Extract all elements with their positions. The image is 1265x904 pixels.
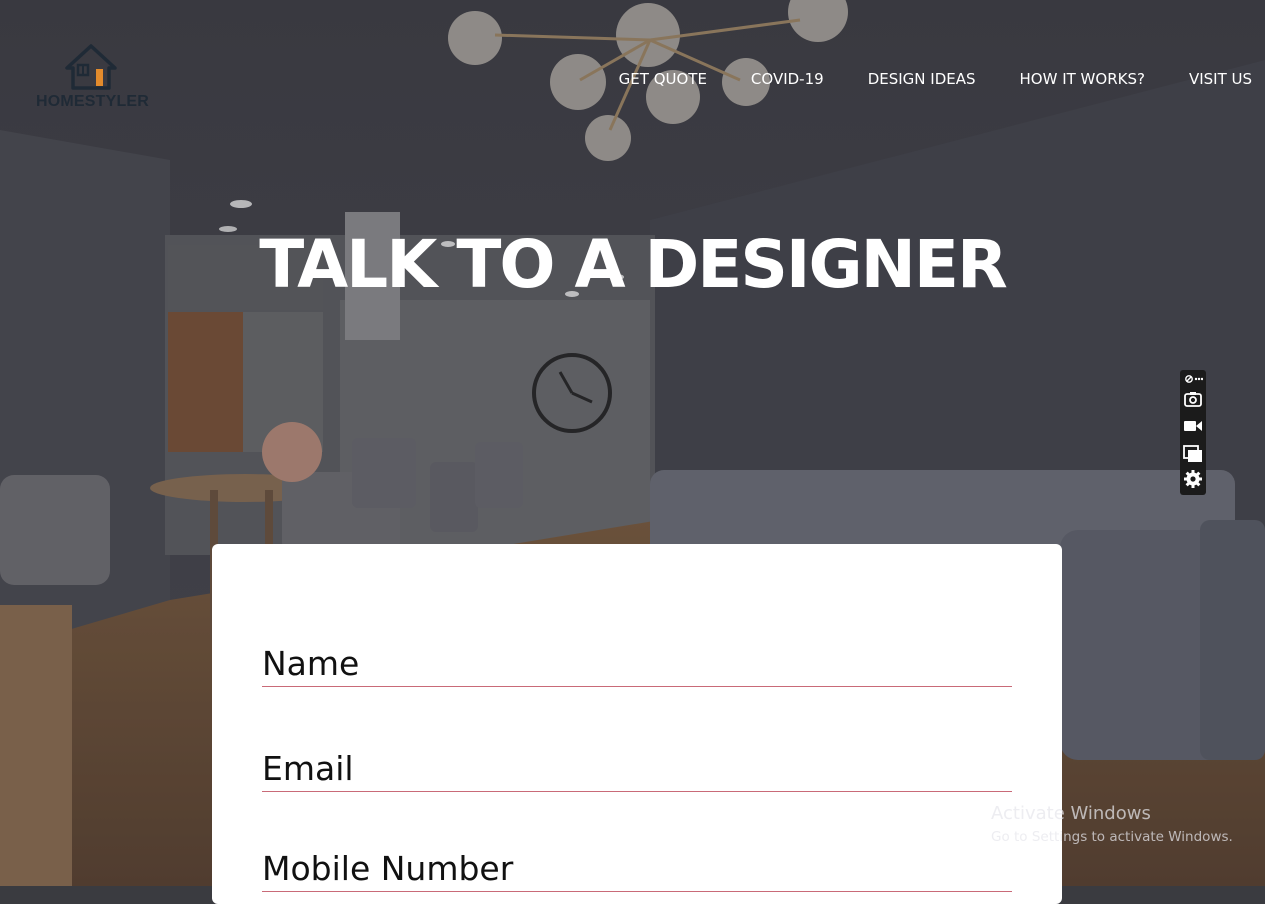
contact-form-card	[212, 544, 1062, 904]
toolbar-header	[1183, 372, 1203, 386]
homestyler-logo[interactable]: HOMESTYLER	[30, 42, 155, 117]
house-logo-icon	[65, 44, 117, 90]
video-icon[interactable]	[1183, 416, 1203, 436]
main-nav: GET QUOTE COVID-19 DESIGN IDEAS HOW IT W…	[575, 69, 1252, 89]
link-icon[interactable]	[1185, 375, 1193, 383]
mobile-number-input[interactable]	[262, 845, 1012, 891]
watermark-title: Activate Windows	[991, 803, 1151, 824]
nav-covid-19[interactable]: COVID-19	[751, 69, 824, 89]
name-field-wrapper	[262, 640, 1012, 687]
email-field-wrapper	[262, 745, 1012, 792]
nav-design-ideas[interactable]: DESIGN IDEAS	[868, 69, 976, 89]
nav-get-quote[interactable]: GET QUOTE	[619, 69, 707, 89]
settings-icon[interactable]	[1183, 469, 1203, 489]
more-icon[interactable]	[1194, 377, 1203, 381]
page-title: TALK TO A DESIGNER	[259, 226, 1008, 303]
nav-visit-us[interactable]: VISIT US	[1189, 69, 1252, 89]
logo-text: HOMESTYLER	[35, 93, 150, 110]
nav-how-it-works[interactable]: HOW IT WORKS?	[1020, 69, 1145, 89]
floating-toolbar	[1180, 370, 1206, 495]
name-input[interactable]	[262, 640, 1012, 686]
mobile-field-wrapper	[262, 845, 1012, 892]
camera-icon[interactable]	[1183, 389, 1203, 409]
activate-windows-watermark: Activate Windows Go to Settings to activ…	[991, 803, 1233, 847]
watermark-subtitle: Go to Settings to activate Windows.	[991, 829, 1233, 845]
email-input[interactable]	[262, 745, 1012, 791]
window-icon[interactable]	[1183, 443, 1203, 463]
